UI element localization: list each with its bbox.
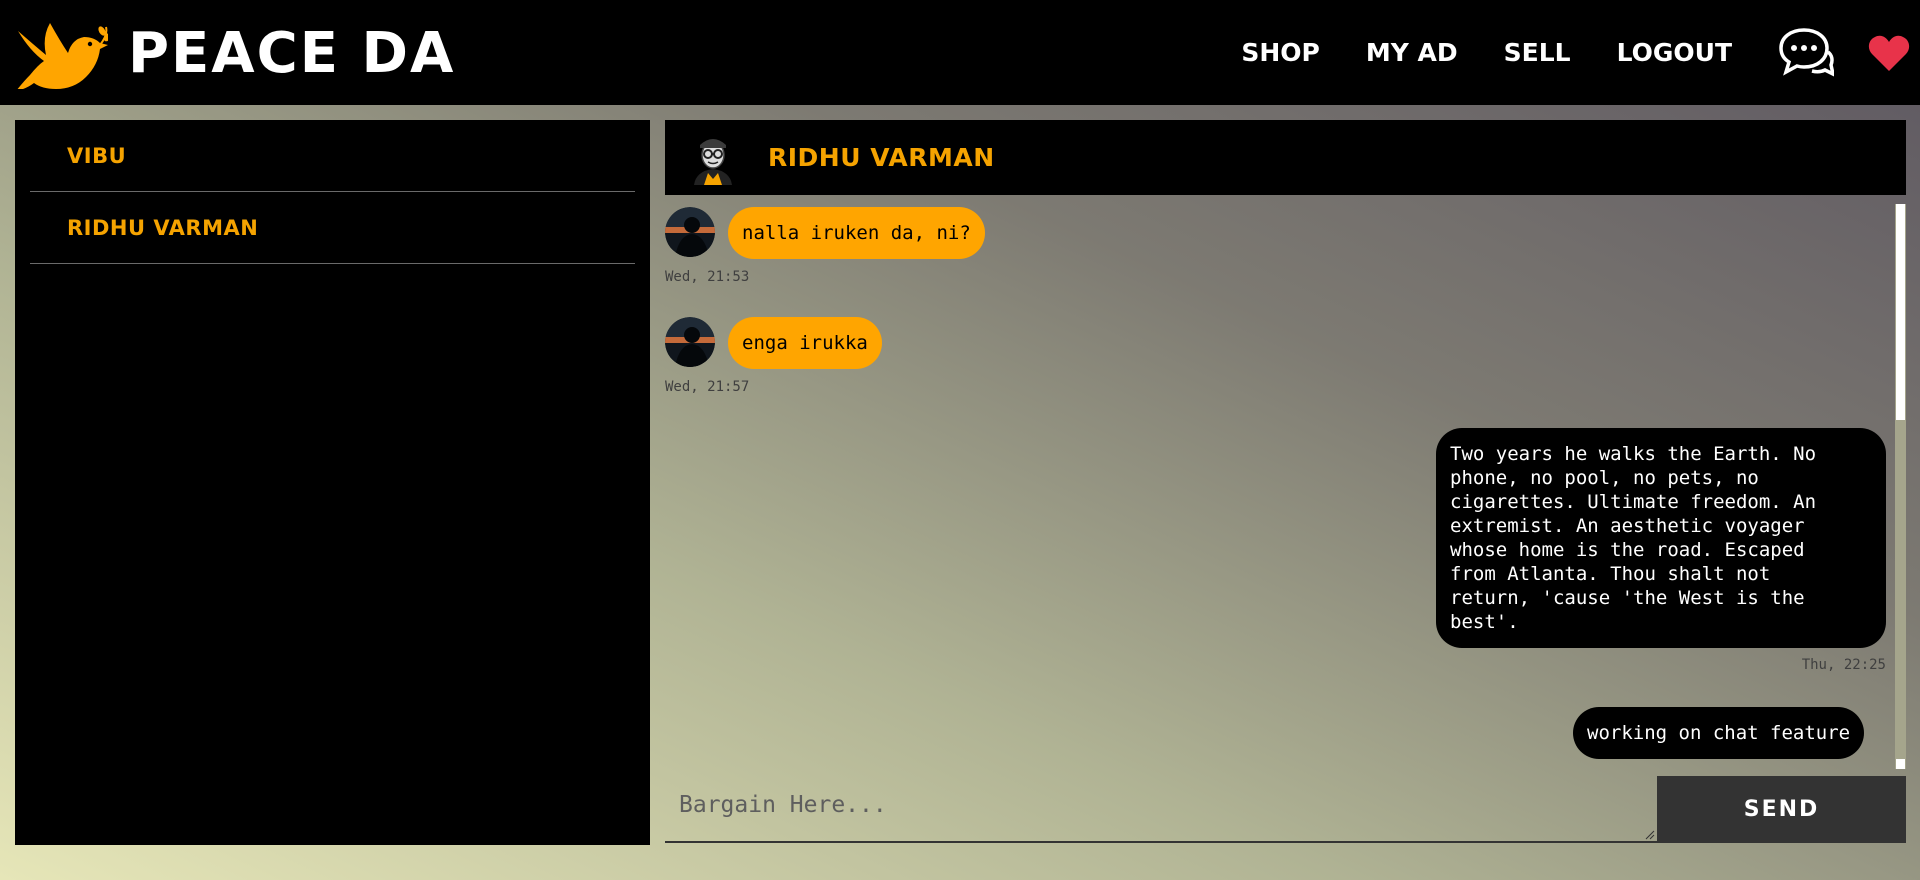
contact-name: VIBU [67, 143, 127, 168]
brand[interactable]: PEACE DA [16, 17, 455, 89]
outgoing-message-bubble: working on chat feature [1573, 707, 1865, 759]
incoming-message-bubble: enga irukka [728, 317, 882, 369]
message-input[interactable]: Bargain Here... [665, 776, 1657, 843]
navbar: PEACE DA SHOP MY AD SELL LOGOUT [0, 0, 1920, 105]
message-line: whose home is the road. Escaped [1450, 539, 1805, 561]
nav-logout-link[interactable]: LOGOUT [1617, 38, 1732, 67]
heart-icon[interactable] [1868, 34, 1910, 72]
scrollbar-thumb[interactable] [1896, 204, 1905, 420]
contact-item-vibu[interactable]: VIBU [30, 120, 635, 192]
brand-name: PEACE DA [128, 21, 456, 86]
incoming-message-bubble: nalla iruken da, ni? [728, 207, 985, 259]
message-line: Two years he walks the Earth. No [1450, 443, 1817, 465]
nav-my-ad-link[interactable]: MY AD [1366, 38, 1458, 67]
nav-sell-link[interactable]: SELL [1504, 38, 1571, 67]
message-line: phone, no pool, no pets, no [1450, 467, 1759, 489]
contact-avatar [694, 138, 732, 185]
outgoing-message-bubble: Two years he walks the Earth. No phone, … [1436, 428, 1886, 648]
contact-item-ridhu-varman[interactable]: RIDHU VARMAN [30, 192, 635, 264]
message-line: cigarettes. Ultimate freedom. An [1450, 491, 1817, 513]
contact-name: RIDHU VARMAN [67, 215, 259, 240]
send-button[interactable]: SEND [1657, 776, 1906, 843]
chat-contact-name: RIDHU VARMAN [768, 143, 995, 172]
message-list[interactable]: nalla iruken da, ni? Wed, 21:53 enga iru… [665, 195, 1906, 770]
sender-avatar [665, 317, 715, 367]
message-timestamp: Wed, 21:57 [665, 379, 750, 395]
message-line: from Atlanta. Thou shalt not [1450, 563, 1771, 585]
message-line: extremist. An aesthetic voyager [1450, 515, 1805, 537]
dove-icon [17, 22, 108, 89]
nav-links: SHOP MY AD SELL LOGOUT [1241, 0, 1920, 105]
scrollbar-down-arrow[interactable] [1896, 759, 1905, 769]
contacts-sidebar: VIBU RIDHU VARMAN [15, 120, 650, 845]
message-line: return, 'cause 'the West is the [1450, 587, 1805, 609]
message-timestamp: Wed, 21:53 [665, 269, 750, 285]
sender-avatar [665, 207, 715, 257]
message-line: best'. [1450, 611, 1519, 633]
message-timestamp: Thu, 22:25 [1801, 657, 1886, 673]
messages-scrollbar[interactable] [1895, 204, 1906, 769]
chat-header: RIDHU VARMAN [665, 120, 1906, 195]
resize-grip-icon[interactable] [1645, 830, 1655, 840]
nav-shop-link[interactable]: SHOP [1241, 38, 1320, 67]
chat-bubbles-icon[interactable] [1778, 26, 1834, 80]
